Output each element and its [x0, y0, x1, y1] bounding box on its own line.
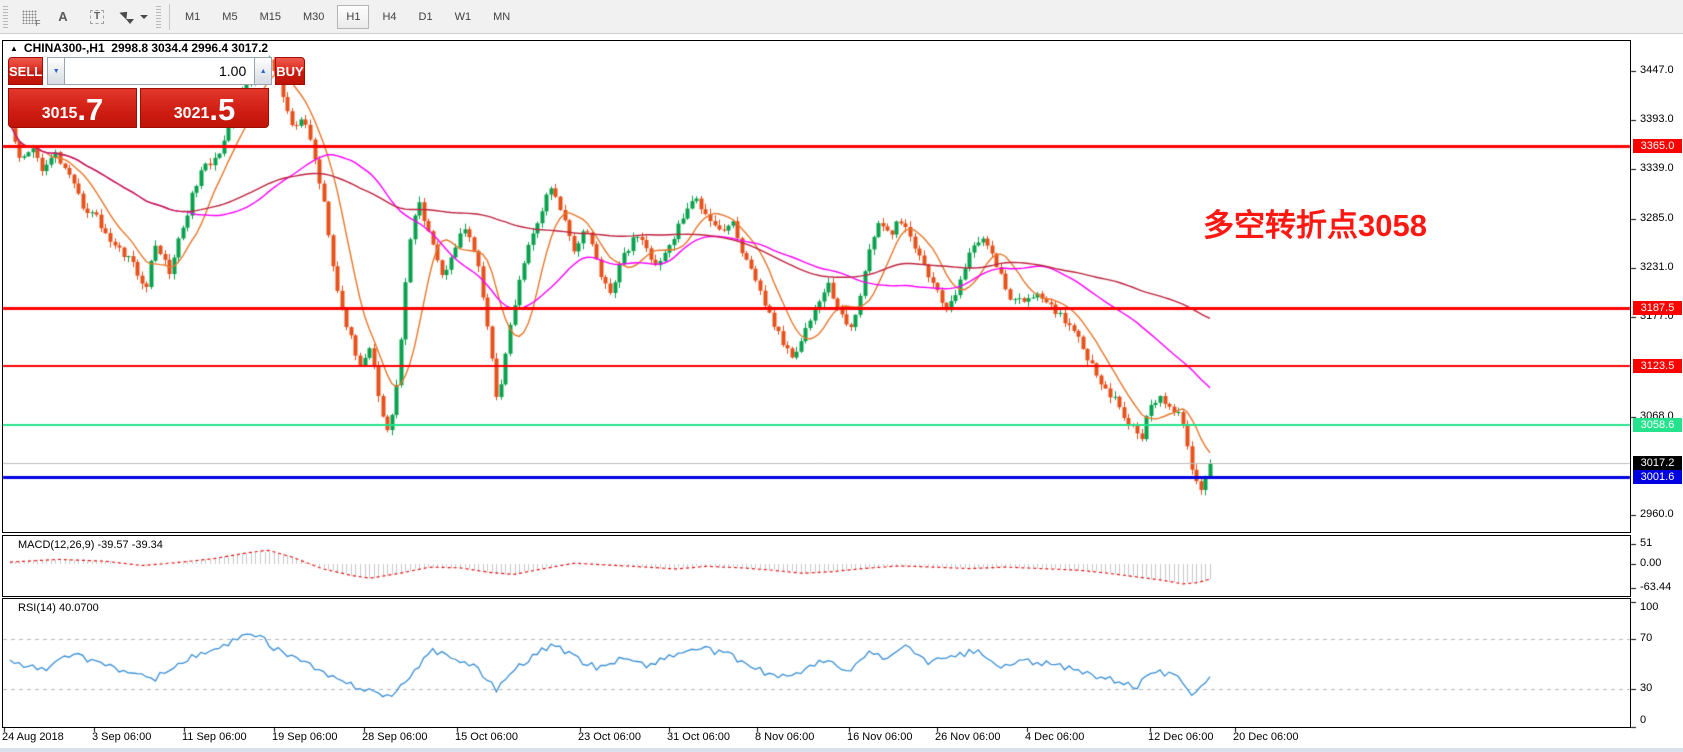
macd-tick: 0.00 [1640, 557, 1662, 569]
rsi-tick: 30 [1640, 682, 1653, 694]
time-axis-label: 4 Dec 06:00 [1025, 731, 1085, 743]
rsi-tick: 100 [1640, 601, 1659, 613]
time-axis-label: 16 Nov 06:00 [847, 731, 913, 743]
price-tick: 3447.0 [1640, 63, 1674, 76]
volume-decrease-button[interactable]: ▼ [47, 57, 66, 85]
price-line-label: 3001.6 [1633, 470, 1682, 485]
ask-price-box[interactable]: 3021.5 [140, 88, 269, 128]
time-axis-label: 31 Oct 06:00 [667, 731, 730, 743]
price-tick: 2960.0 [1640, 508, 1674, 521]
price-tick: 3285.0 [1640, 211, 1674, 224]
time-axis-label: 19 Sep 06:00 [272, 731, 338, 743]
symbol-ohlc: 2998.8 3034.4 2996.4 3017.2 [104, 41, 269, 55]
ask-fraction-digit: .5 [209, 92, 236, 127]
price-tick: 3231.0 [1640, 261, 1674, 273]
volume-input[interactable] [65, 57, 255, 85]
price-line-label: 3365.0 [1633, 138, 1682, 153]
sell-button[interactable]: SELL [8, 57, 44, 85]
rsi-label: RSI(14) 40.0700 [18, 602, 99, 614]
time-axis-label: 28 Sep 06:00 [362, 731, 428, 743]
bid-price-box[interactable]: 3015.7 [8, 88, 137, 128]
macd-tick: 51 [1640, 537, 1653, 550]
symbol-name: CHINA300-,H1 [23, 41, 105, 55]
chart-annotation-text: 多空转折点3058 [1203, 208, 1427, 243]
ask-main-digits: 3021 [173, 105, 210, 122]
volume-increase-button[interactable]: ▲ [254, 57, 273, 85]
time-axis-label: 3 Sep 06:00 [92, 731, 152, 743]
time-axis-label: 20 Dec 06:00 [1233, 731, 1299, 743]
price-line-label: 3187.5 [1633, 300, 1682, 315]
macd-label: MACD(12,26,9) -39.57 -39.34 [18, 539, 163, 551]
rsi-tick: 0 [1640, 714, 1647, 726]
buy-button[interactable]: BUY [275, 57, 305, 85]
bid-main-digits: 3015 [41, 105, 78, 122]
time-axis-label: 26 Nov 06:00 [935, 731, 1001, 743]
one-click-trade-panel: SELL ▼ ▲ BUY 3015.7 3021.5 [8, 57, 305, 128]
price-tick: 3393.0 [1640, 113, 1674, 126]
price-tick: 3339.0 [1640, 162, 1674, 175]
time-axis-label: 23 Oct 06:00 [578, 731, 641, 743]
macd-tick: -63.44 [1640, 581, 1672, 594]
collapse-triangle-icon[interactable]: ▲ [10, 44, 18, 53]
time-axis-label: 11 Sep 06:00 [182, 731, 247, 743]
rsi-tick: 70 [1640, 632, 1653, 644]
symbol-header: ▲ CHINA300-,H1 2998.8 3034.4 2996.4 3017… [10, 41, 268, 55]
time-axis-label: 12 Dec 06:00 [1148, 731, 1214, 743]
price-line-label: 3123.5 [1633, 359, 1682, 374]
price-line-label: 3017.2 [1633, 456, 1682, 471]
mt4-terminal: F A T M1M5M15M30H1H4D1W1MN ▲ CHINA300-,H… [0, 0, 1683, 752]
bid-fraction-digit: .7 [77, 92, 104, 127]
price-line-label: 3058.6 [1633, 418, 1682, 433]
time-axis-label: 24 Aug 2018 [2, 731, 64, 743]
time-axis-label: 8 Nov 06:00 [755, 731, 815, 743]
bottom-strip [0, 748, 1683, 752]
time-axis-label: 15 Oct 06:00 [455, 731, 518, 743]
